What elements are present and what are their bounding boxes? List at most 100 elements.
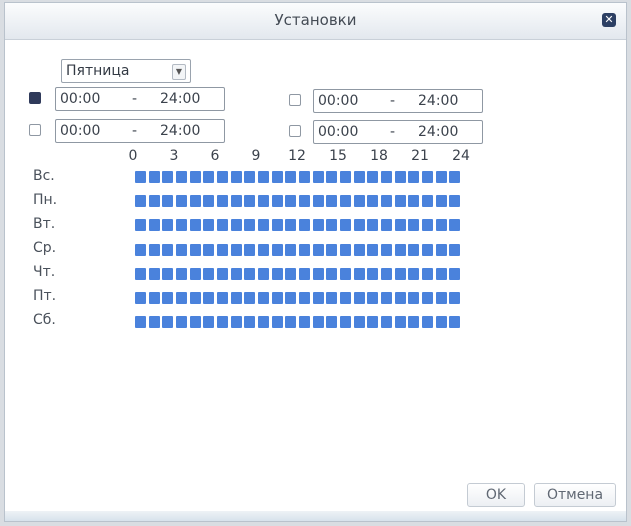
schedule-cell[interactable] — [326, 243, 338, 256]
schedule-cell[interactable] — [435, 267, 447, 280]
schedule-cell[interactable] — [148, 171, 160, 183]
schedule-cell[interactable] — [203, 316, 215, 329]
schedule-cell[interactable] — [340, 219, 352, 232]
schedule-cell[interactable] — [176, 171, 187, 183]
schedule-cell[interactable] — [148, 219, 160, 232]
schedule-cell[interactable] — [176, 195, 187, 208]
schedule-cell[interactable] — [244, 292, 256, 304]
schedule-cell[interactable] — [230, 195, 242, 208]
schedule-cell[interactable] — [162, 243, 174, 256]
schedule-cell[interactable] — [189, 292, 201, 304]
schedule-cell[interactable] — [422, 292, 434, 304]
schedule-cell[interactable] — [422, 195, 434, 208]
schedule-cell[interactable] — [176, 243, 187, 256]
schedule-cell[interactable] — [353, 267, 365, 280]
schedule-cell[interactable] — [203, 243, 215, 256]
schedule-cell[interactable] — [189, 243, 201, 256]
schedule-cell[interactable] — [244, 171, 256, 183]
schedule-cell[interactable] — [135, 267, 146, 280]
schedule-cell[interactable] — [435, 219, 447, 232]
schedule-cell[interactable] — [244, 219, 256, 232]
schedule-cell[interactable] — [189, 171, 201, 183]
schedule-cell[interactable] — [135, 219, 146, 232]
schedule-cell[interactable] — [299, 292, 311, 304]
schedule-cell[interactable] — [135, 292, 146, 304]
schedule-cell[interactable] — [449, 267, 461, 280]
chevron-down-icon[interactable]: ▼ — [172, 64, 186, 80]
schedule-cell[interactable] — [326, 195, 338, 208]
schedule-cell[interactable] — [381, 195, 393, 208]
period-2-checkbox[interactable] — [289, 94, 301, 106]
schedule-cell[interactable] — [422, 243, 434, 256]
schedule-cell[interactable] — [162, 171, 174, 183]
schedule-cell[interactable] — [394, 171, 406, 183]
schedule-cell[interactable] — [312, 171, 324, 183]
schedule-cell[interactable] — [299, 243, 311, 256]
schedule-cell[interactable] — [230, 171, 242, 183]
schedule-cell[interactable] — [217, 292, 229, 304]
schedule-cell[interactable] — [353, 316, 365, 329]
schedule-cell[interactable] — [285, 243, 297, 256]
schedule-cell[interactable] — [381, 219, 393, 232]
schedule-cell[interactable] — [285, 267, 297, 280]
schedule-cell[interactable] — [299, 171, 311, 183]
schedule-cell[interactable] — [422, 171, 434, 183]
schedule-cell[interactable] — [435, 292, 447, 304]
schedule-cell[interactable] — [326, 219, 338, 232]
schedule-cell[interactable] — [258, 195, 270, 208]
schedule-cell[interactable] — [435, 316, 447, 329]
schedule-cell[interactable] — [230, 292, 242, 304]
schedule-cell[interactable] — [148, 316, 160, 329]
schedule-cell[interactable] — [271, 171, 283, 183]
schedule-cell[interactable] — [353, 171, 365, 183]
schedule-cell[interactable] — [299, 267, 311, 280]
schedule-cell[interactable] — [162, 195, 174, 208]
ok-button[interactable]: OK — [467, 483, 525, 507]
schedule-cell[interactable] — [244, 195, 256, 208]
schedule-cell[interactable] — [312, 316, 324, 329]
schedule-cell[interactable] — [285, 219, 297, 232]
schedule-cell[interactable] — [271, 316, 283, 329]
schedule-cell[interactable] — [367, 219, 379, 232]
schedule-cell[interactable] — [217, 243, 229, 256]
day-select[interactable]: Пятница ▼ — [61, 59, 191, 83]
schedule-cell[interactable] — [449, 195, 461, 208]
schedule-cell[interactable] — [394, 219, 406, 232]
schedule-cell[interactable] — [326, 316, 338, 329]
schedule-cell[interactable] — [258, 243, 270, 256]
schedule-cell[interactable] — [340, 171, 352, 183]
schedule-cell[interactable] — [408, 219, 420, 232]
schedule-cell[interactable] — [148, 243, 160, 256]
schedule-cell[interactable] — [135, 195, 146, 208]
schedule-cell[interactable] — [408, 195, 420, 208]
schedule-cell[interactable] — [258, 267, 270, 280]
schedule-cell[interactable] — [367, 267, 379, 280]
schedule-cell[interactable] — [381, 316, 393, 329]
schedule-cell[interactable] — [408, 171, 420, 183]
schedule-cell[interactable] — [367, 171, 379, 183]
period-3-checkbox[interactable] — [29, 124, 41, 136]
schedule-cell[interactable] — [162, 219, 174, 232]
cancel-button[interactable]: Отмена — [534, 483, 616, 507]
schedule-cell[interactable] — [381, 267, 393, 280]
schedule-cell[interactable] — [162, 267, 174, 280]
schedule-cell[interactable] — [449, 219, 461, 232]
schedule-cell[interactable] — [135, 316, 146, 329]
schedule-cell[interactable] — [299, 316, 311, 329]
schedule-cell[interactable] — [176, 267, 187, 280]
schedule-cell[interactable] — [299, 219, 311, 232]
schedule-cell[interactable] — [203, 292, 215, 304]
schedule-cell[interactable] — [244, 316, 256, 329]
schedule-cell[interactable] — [230, 267, 242, 280]
period-1-checkbox[interactable] — [29, 92, 41, 104]
schedule-cell[interactable] — [408, 243, 420, 256]
schedule-cell[interactable] — [353, 243, 365, 256]
schedule-cell[interactable] — [189, 219, 201, 232]
schedule-cell[interactable] — [135, 243, 146, 256]
schedule-cell[interactable] — [176, 316, 187, 329]
schedule-cell[interactable] — [162, 316, 174, 329]
schedule-cell[interactable] — [449, 292, 461, 304]
schedule-cell[interactable] — [217, 316, 229, 329]
schedule-cell[interactable] — [258, 292, 270, 304]
schedule-cell[interactable] — [312, 243, 324, 256]
